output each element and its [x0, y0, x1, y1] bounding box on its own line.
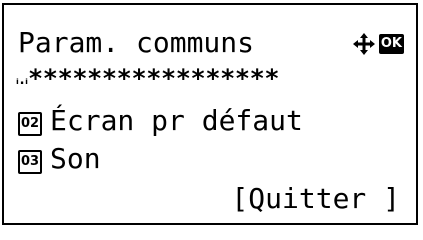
screen-title: Param. communs	[18, 26, 255, 59]
menu-item-default-screen[interactable]: 02 Écran pr défaut	[18, 105, 303, 137]
stars-lead: ᵢ․ᵢ	[16, 73, 30, 88]
four-way-arrow-icon	[352, 33, 375, 55]
nav-ok-indicator: OK	[352, 32, 404, 56]
stars-text: *****************	[29, 65, 281, 93]
quit-softkey[interactable]: [Quitter ]	[231, 183, 400, 215]
item-number-badge: 02	[18, 112, 42, 136]
progress-stars: ᵢ․ᵢ*****************	[16, 65, 408, 95]
menu-item-sound[interactable]: 03 Son	[18, 143, 101, 175]
ok-icon: OK	[378, 34, 404, 54]
item-number-badge: 03	[18, 150, 42, 174]
panel-display: Param. communs OK ᵢ․ᵢ***************** 0…	[2, 3, 418, 225]
menu-item-label: Son	[50, 142, 101, 175]
menu-item-label: Écran pr défaut	[50, 104, 303, 137]
